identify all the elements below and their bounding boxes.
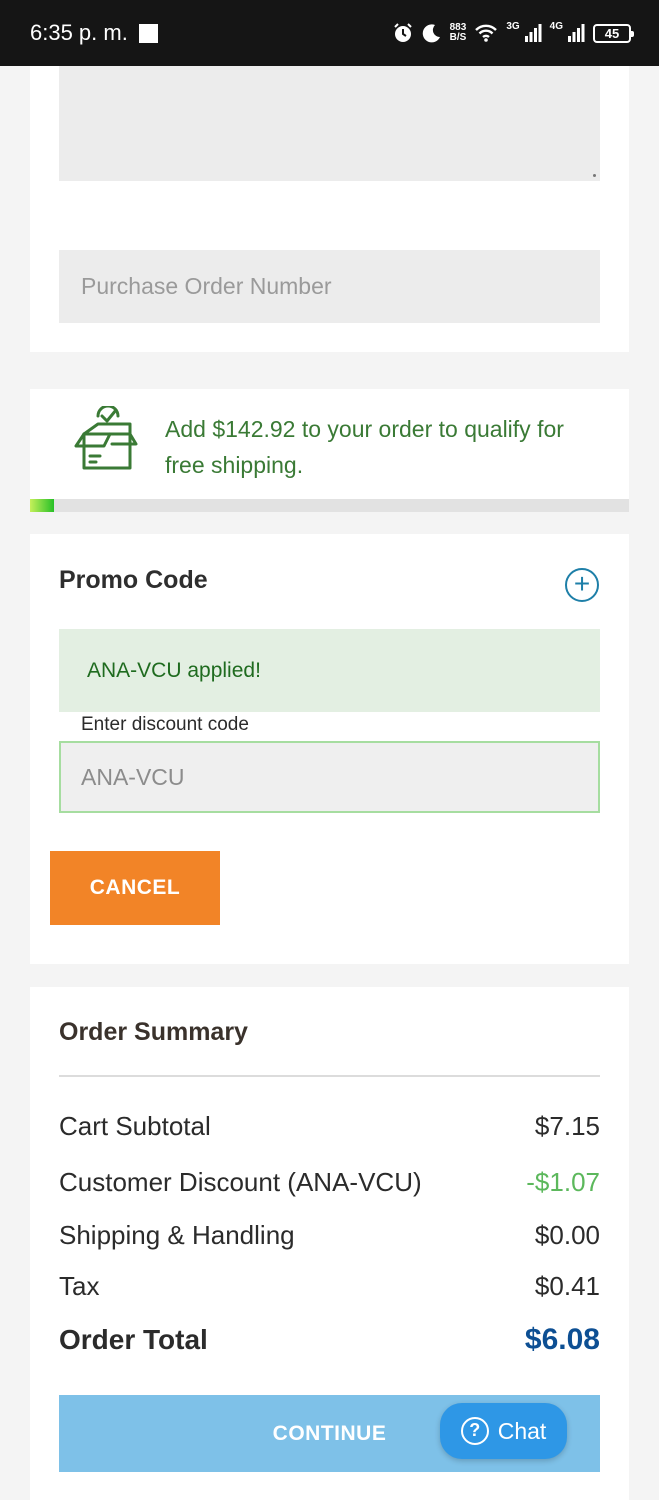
progress-fill: [30, 499, 54, 512]
alarm-icon: [393, 23, 412, 42]
summary-row-shipping: Shipping & Handling $0.00: [59, 1220, 600, 1251]
free-shipping-card: Add $142.92 to your order to qualify for…: [30, 389, 629, 512]
summary-label: Cart Subtotal: [59, 1111, 211, 1141]
promo-code-card: Promo Code + ANA-VCU applied! Enter disc…: [30, 534, 629, 964]
resize-handle[interactable]: [593, 174, 596, 177]
network-3g-label: 3G: [506, 20, 520, 32]
notification-icon: [139, 24, 158, 43]
summary-value: $7.15: [534, 1111, 600, 1141]
discount-code-input[interactable]: ANA-VCU: [59, 741, 600, 813]
summary-row-tax: Tax $0.41: [59, 1271, 600, 1302]
status-time: 6:35 p. m.: [30, 20, 128, 45]
summary-row-subtotal: Cart Subtotal $7.15: [59, 1111, 600, 1142]
order-total-value: $6.08: [524, 1323, 600, 1356]
status-icons: 883 B/S 3G 4G 45: [392, 18, 634, 48]
promo-title: Promo Code: [59, 566, 208, 594]
summary-value: $0.00: [534, 1220, 600, 1250]
wifi-icon: [475, 24, 498, 42]
signal-icon: [568, 24, 585, 42]
chat-button[interactable]: ? Chat: [440, 1403, 567, 1459]
order-notes-textarea[interactable]: [59, 66, 600, 181]
order-notes-card: Purchase Order Number: [30, 66, 629, 352]
signal-icon: [524, 24, 542, 42]
summary-row-total: Order Total $6.08: [59, 1323, 600, 1357]
question-circle-icon: ?: [460, 1417, 489, 1445]
summary-value: $0.41: [534, 1271, 600, 1301]
summary-label: Shipping & Handling: [59, 1220, 295, 1250]
chat-label: Chat: [497, 1417, 547, 1444]
summary-value: -$1.07: [526, 1167, 600, 1197]
cancel-button[interactable]: CANCEL: [50, 851, 220, 925]
summary-label: Customer Discount (ANA-VCU): [59, 1167, 422, 1197]
box-check-icon: [74, 406, 138, 470]
net-speed: 883 B/S: [449, 22, 467, 43]
free-shipping-message: Add $142.92 to your order to qualify for…: [165, 416, 564, 478]
summary-row-discount: Customer Discount (ANA-VCU) -$1.07: [59, 1167, 600, 1198]
promo-applied-message: ANA-VCU applied!: [59, 629, 600, 712]
battery-icon: 45: [593, 23, 634, 43]
plus-circle-icon[interactable]: +: [565, 568, 599, 602]
discount-code-label: Enter discount code: [81, 714, 249, 735]
order-total-label: Order Total: [59, 1324, 208, 1355]
network-4g-label: 4G: [549, 20, 563, 32]
divider: [59, 1075, 600, 1077]
status-bar: 6:35 p. m. 883 B/S 3G 4G 45: [0, 0, 659, 66]
moon-icon: [422, 24, 440, 43]
free-shipping-progress: [30, 499, 629, 512]
summary-label: Tax: [59, 1271, 100, 1301]
order-summary-title: Order Summary: [59, 1018, 248, 1046]
purchase-order-input[interactable]: Purchase Order Number: [59, 250, 600, 323]
